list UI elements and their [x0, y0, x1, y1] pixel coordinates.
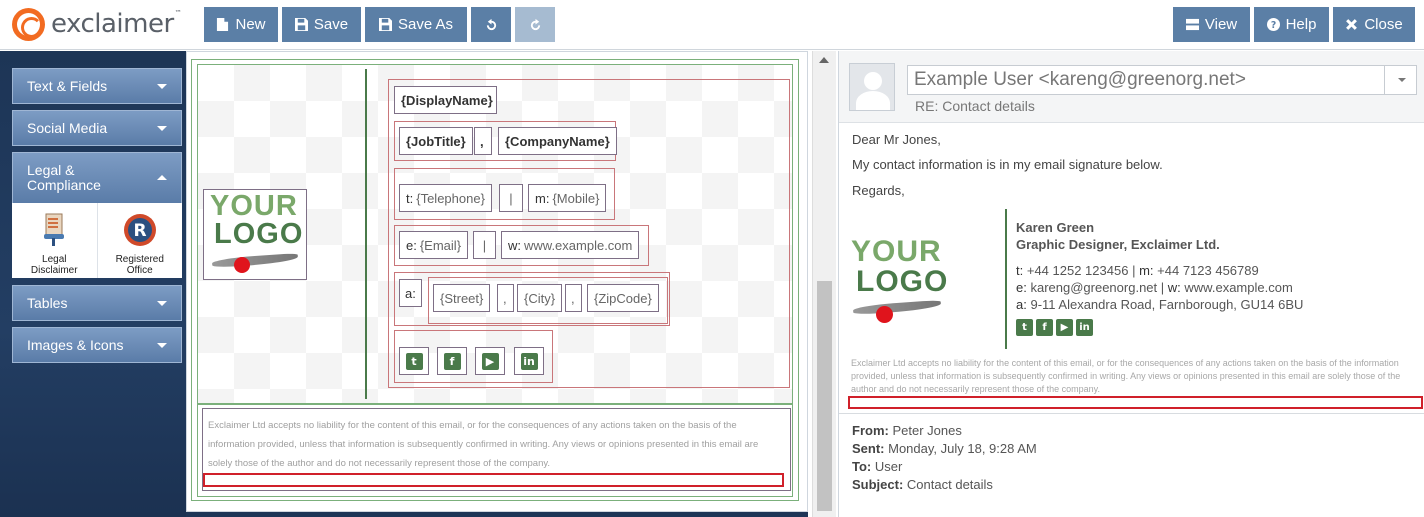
preview-user-select[interactable]: Example User <kareng@greenorg.net> — [907, 65, 1417, 95]
email-field[interactable]: e: {Email} — [399, 231, 469, 259]
linkedin-icon[interactable]: in — [1076, 319, 1093, 336]
help-icon: ? — [1266, 18, 1280, 31]
meta-from: From: Peter Jones — [852, 423, 962, 438]
preview-separator — [839, 413, 1424, 414]
scroll-up-icon[interactable] — [819, 57, 829, 63]
highlighted-empty-row[interactable] — [203, 473, 784, 487]
city-field[interactable]: {City} — [517, 284, 563, 312]
legal-compliance-panel: Legal Disclaimer R Registered Office — [12, 203, 182, 278]
telephone-field[interactable]: t: {Telephone} — [399, 184, 492, 212]
display-name-field[interactable]: {DisplayName} — [394, 86, 497, 114]
avatar — [849, 63, 895, 111]
logo-image[interactable]: YOUR LOGO — [203, 189, 307, 280]
elements-sidebar: Text & Fields Social Media Legal & Compl… — [0, 51, 186, 517]
preview-signature: Karen Green Graphic Designer, Exclaimer … — [1016, 220, 1303, 336]
phone-separator[interactable]: | — [499, 184, 523, 212]
email-greeting: Dear Mr Jones, — [852, 132, 941, 147]
comma-separator[interactable]: , — [474, 127, 492, 155]
address-label[interactable]: a: — [399, 279, 422, 307]
brand-name: exclaimer — [51, 9, 174, 39]
twitter-button[interactable]: t — [399, 347, 429, 375]
linkedin-icon: in — [520, 352, 538, 370]
preview-logo: YOUR LOGO — [851, 237, 947, 325]
close-button[interactable]: Close — [1333, 7, 1415, 42]
chevron-down-icon[interactable] — [1384, 66, 1416, 94]
youtube-button[interactable]: ▶ — [475, 347, 505, 375]
user-silhouette-icon — [864, 72, 882, 90]
email-separator[interactable]: | — [473, 231, 496, 259]
sidebar-section-legal-compliance[interactable]: Legal & Compliance — [12, 152, 182, 204]
new-file-icon — [217, 18, 229, 31]
svg-text:R: R — [133, 221, 146, 241]
youtube-icon: ▶ — [481, 352, 499, 370]
vertical-divider — [365, 69, 367, 399]
canvas-scrollbar[interactable] — [812, 51, 836, 517]
legal-disclaimer-icon — [44, 213, 65, 246]
chevron-up-icon — [157, 175, 167, 180]
street-field[interactable]: {Street} — [433, 284, 491, 312]
svg-text:?: ? — [1270, 20, 1275, 31]
preview-subject: RE: Contact details — [915, 98, 1035, 114]
editor-area: YOUR LOGO {DisplayName} {JobTitle} , {Co… — [186, 51, 808, 517]
facebook-icon: f — [443, 352, 461, 370]
exclaimer-logo-icon — [12, 7, 45, 41]
legal-disclaimer-item[interactable]: Legal Disclaimer — [12, 203, 98, 278]
redo-icon — [530, 18, 540, 31]
chevron-down-icon — [157, 301, 167, 306]
preview-disclaimer: Exclaimer Ltd accepts no liability for t… — [851, 358, 1401, 394]
disclaimer-text: Exclaimer Ltd accepts no liability for t… — [208, 420, 759, 469]
undo-icon — [486, 18, 496, 31]
close-icon — [1346, 19, 1358, 30]
registered-office-item[interactable]: R Registered Office — [98, 203, 183, 278]
sidebar-section-tables[interactable]: Tables — [12, 285, 182, 321]
facebook-button[interactable]: f — [437, 347, 467, 375]
preview-header: Example User <kareng@greenorg.net> RE: C… — [839, 51, 1424, 123]
facebook-icon[interactable]: f — [1036, 319, 1053, 336]
address-comma-1[interactable]: , — [497, 284, 514, 312]
logo-red-dot — [234, 257, 250, 273]
email-body: My contact information is in my email si… — [852, 157, 1163, 172]
top-bar: exclaimer™ New Save Save As View ? Help … — [0, 0, 1424, 50]
preview-divider — [1005, 209, 1007, 349]
preview-highlighted-row — [848, 396, 1423, 409]
logo-brush-stroke — [211, 253, 299, 268]
linkedin-button[interactable]: in — [514, 347, 544, 375]
address-comma-2[interactable]: , — [565, 284, 582, 312]
website-field[interactable]: w: www.example.com — [501, 231, 640, 259]
sidebar-section-social-media[interactable]: Social Media — [12, 110, 182, 146]
email-preview: Example User <kareng@greenorg.net> RE: C… — [838, 51, 1424, 517]
meta-to: To: User — [852, 459, 903, 474]
new-button[interactable]: New — [204, 7, 278, 42]
zipcode-field[interactable]: {ZipCode} — [587, 284, 659, 312]
meta-subject: Subject: Contact details — [852, 477, 993, 492]
undo-button[interactable] — [471, 7, 511, 42]
chevron-down-icon — [157, 343, 167, 348]
scroll-thumb[interactable] — [817, 281, 832, 511]
mobile-field[interactable]: m: {Mobile} — [528, 184, 607, 212]
preview-social-icons: t f ▶ in — [1016, 319, 1303, 336]
save-as-icon — [378, 18, 392, 31]
registered-office-icon: R — [123, 214, 156, 246]
view-icon — [1185, 18, 1199, 31]
sidebar-section-text-fields[interactable]: Text & Fields — [12, 68, 182, 104]
chevron-down-icon — [157, 126, 167, 131]
company-name-field[interactable]: {CompanyName} — [498, 127, 617, 155]
sidebar-section-images-icons[interactable]: Images & Icons — [12, 327, 182, 363]
view-button[interactable]: View — [1173, 7, 1250, 42]
help-button[interactable]: ? Help — [1254, 7, 1329, 42]
email-signoff: Regards, — [852, 183, 905, 198]
save-button[interactable]: Save — [282, 7, 361, 42]
twitter-icon[interactable]: t — [1016, 319, 1033, 336]
chevron-down-icon — [157, 84, 167, 89]
save-icon — [294, 18, 308, 31]
meta-sent: Sent: Monday, July 18, 9:28 AM — [852, 441, 1037, 456]
save-as-button[interactable]: Save As — [365, 7, 467, 42]
signature-canvas: YOUR LOGO {DisplayName} {JobTitle} , {Co… — [186, 51, 808, 512]
exclaimer-logo: exclaimer™ — [12, 6, 182, 42]
job-title-field[interactable]: {JobTitle} — [399, 127, 473, 155]
redo-button[interactable] — [515, 7, 555, 42]
twitter-icon: t — [405, 352, 423, 370]
youtube-icon[interactable]: ▶ — [1056, 319, 1073, 336]
